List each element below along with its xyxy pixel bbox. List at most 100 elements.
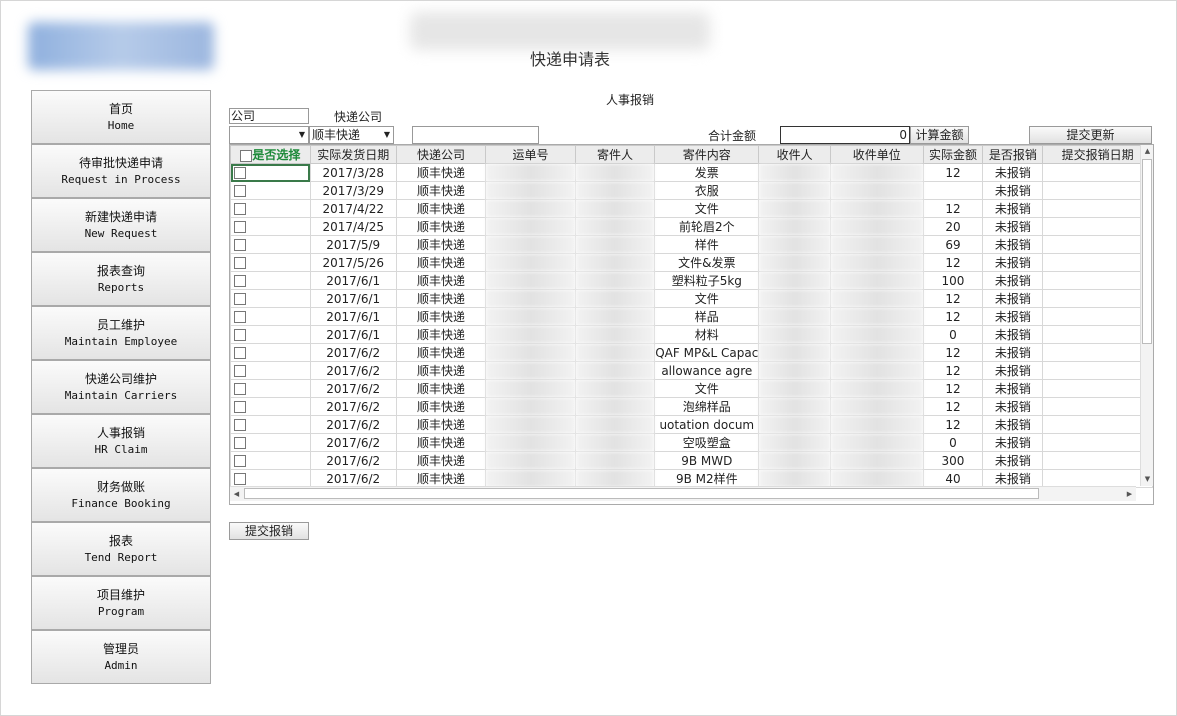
carrier-cell[interactable]: 顺丰快递 <box>395 253 487 272</box>
content-cell[interactable]: 样件 <box>654 235 760 254</box>
ship-date-cell[interactable]: 2017/5/9 <box>309 235 397 254</box>
select-cell[interactable] <box>230 271 311 290</box>
claim-status-cell[interactable]: 未报销 <box>982 181 1044 200</box>
row-checkbox[interactable] <box>234 239 246 251</box>
claim-status-cell[interactable]: 未报销 <box>982 235 1044 254</box>
row-checkbox[interactable] <box>234 221 246 233</box>
ship-date-cell[interactable]: 2017/6/2 <box>309 451 397 470</box>
claim-date-cell[interactable] <box>1042 235 1153 254</box>
row-checkbox[interactable] <box>234 185 246 197</box>
select-cell[interactable] <box>230 451 311 470</box>
table-row[interactable]: 2017/6/2 顺丰快递 空吸塑盒 0 未报销 <box>230 433 1153 452</box>
column-header[interactable]: 寄件内容 <box>654 145 760 164</box>
carrier-cell[interactable]: 顺丰快递 <box>395 361 487 380</box>
content-cell[interactable]: 发票 <box>654 163 760 182</box>
carrier-cell[interactable]: 顺丰快递 <box>395 289 487 308</box>
select-all-checkbox[interactable] <box>240 149 253 162</box>
select-cell[interactable] <box>230 379 311 398</box>
scroll-down-icon[interactable]: ▼ <box>1141 473 1153 486</box>
claim-date-cell[interactable] <box>1042 379 1153 398</box>
amount-cell[interactable]: 12 <box>922 289 984 308</box>
carrier-cell[interactable]: 顺丰快递 <box>395 469 487 488</box>
content-cell[interactable]: 泡绵样品 <box>654 397 760 416</box>
sidebar-item-request-in-process[interactable]: 待审批快递申请 Request in Process <box>31 144 211 198</box>
sidebar-item-tend-report[interactable]: 报表 Tend Report <box>31 522 211 576</box>
select-cell[interactable] <box>230 433 311 452</box>
claim-status-cell[interactable]: 未报销 <box>982 307 1044 326</box>
ship-date-cell[interactable]: 2017/6/1 <box>309 271 397 290</box>
carrier-cell[interactable]: 顺丰快递 <box>395 379 487 398</box>
ship-date-cell[interactable]: 2017/6/2 <box>309 433 397 452</box>
scroll-up-icon[interactable]: ▲ <box>1141 145 1153 158</box>
select-cell[interactable] <box>230 235 311 254</box>
claim-date-cell[interactable] <box>1042 217 1153 236</box>
claim-status-cell[interactable]: 未报销 <box>982 361 1044 380</box>
select-cell[interactable] <box>230 307 311 326</box>
scroll-thumb[interactable] <box>1142 159 1152 344</box>
carrier-cell[interactable]: 顺丰快递 <box>395 325 487 344</box>
sidebar-item-new-request[interactable]: 新建快递申请 New Request <box>31 198 211 252</box>
amount-cell[interactable]: 12 <box>922 163 984 182</box>
table-row[interactable]: 2017/5/26 顺丰快递 文件&发票 12 未报销 <box>230 253 1153 272</box>
amount-cell[interactable]: 12 <box>922 253 984 272</box>
claim-status-cell[interactable]: 未报销 <box>982 199 1044 218</box>
carrier-cell[interactable]: 顺丰快递 <box>395 397 487 416</box>
vertical-scrollbar[interactable]: ▲ ▼ <box>1140 145 1153 486</box>
row-checkbox[interactable] <box>234 419 246 431</box>
claim-date-cell[interactable] <box>1042 181 1153 200</box>
claim-date-cell[interactable] <box>1042 361 1153 380</box>
sidebar-item-admin[interactable]: 管理员 Admin <box>31 630 211 684</box>
select-cell[interactable] <box>230 199 311 218</box>
claim-status-cell[interactable]: 未报销 <box>982 451 1044 470</box>
amount-cell[interactable]: 40 <box>922 469 984 488</box>
table-row[interactable]: 2017/6/1 顺丰快递 塑料粒子5kg 100 未报销 <box>230 271 1153 290</box>
scroll-right-icon[interactable]: ▶ <box>1123 487 1136 501</box>
company-select[interactable]: ▼ <box>229 126 309 144</box>
scroll-left-icon[interactable]: ◀ <box>230 487 243 501</box>
select-cell[interactable] <box>230 181 311 200</box>
claim-date-cell[interactable] <box>1042 163 1153 182</box>
content-cell[interactable]: 样品 <box>654 307 760 326</box>
ship-date-cell[interactable]: 2017/6/2 <box>309 469 397 488</box>
claim-status-cell[interactable]: 未报销 <box>982 469 1044 488</box>
amount-cell[interactable]: 0 <box>922 325 984 344</box>
amount-cell[interactable]: 300 <box>922 451 984 470</box>
row-checkbox[interactable] <box>234 347 246 359</box>
column-header[interactable]: 实际金额 <box>922 145 984 164</box>
table-row[interactable]: 2017/6/2 顺丰快递 uotation docum 12 未报销 <box>230 415 1153 434</box>
row-checkbox[interactable] <box>234 473 246 485</box>
amount-cell[interactable]: 12 <box>922 343 984 362</box>
ship-date-cell[interactable]: 2017/5/26 <box>309 253 397 272</box>
column-header[interactable]: 寄件人 <box>574 145 656 164</box>
amount-cell[interactable]: 12 <box>922 361 984 380</box>
content-cell[interactable]: QAF MP&L Capac <box>654 343 760 362</box>
row-checkbox[interactable] <box>234 401 246 413</box>
column-header[interactable]: 是否报销 <box>982 145 1044 164</box>
content-cell[interactable]: 前轮眉2个 <box>654 217 760 236</box>
carrier-cell[interactable]: 顺丰快递 <box>395 451 487 470</box>
ship-date-cell[interactable]: 2017/6/2 <box>309 415 397 434</box>
table-row[interactable]: 2017/5/9 顺丰快递 样件 69 未报销 <box>230 235 1153 254</box>
claim-status-cell[interactable]: 未报销 <box>982 379 1044 398</box>
row-checkbox[interactable] <box>234 293 246 305</box>
sidebar-item-maintain-carriers[interactable]: 快递公司维护 Maintain Carriers <box>31 360 211 414</box>
content-cell[interactable]: allowance agre <box>654 361 760 380</box>
content-cell[interactable]: 衣服 <box>654 181 760 200</box>
select-cell[interactable] <box>230 343 311 362</box>
table-row[interactable]: 2017/6/2 顺丰快递 文件 12 未报销 <box>230 379 1153 398</box>
sidebar-item-finance-booking[interactable]: 财务做账 Finance Booking <box>31 468 211 522</box>
content-cell[interactable]: 9B MWD <box>654 451 760 470</box>
claim-status-cell[interactable]: 未报销 <box>982 253 1044 272</box>
content-cell[interactable]: 文件 <box>654 199 760 218</box>
table-row[interactable]: 2017/6/1 顺丰快递 文件 12 未报销 <box>230 289 1153 308</box>
carrier-cell[interactable]: 顺丰快递 <box>395 217 487 236</box>
table-row[interactable]: 2017/6/2 顺丰快递 9B M2样件 40 未报销 <box>230 469 1153 488</box>
ship-date-cell[interactable]: 2017/6/1 <box>309 325 397 344</box>
row-checkbox[interactable] <box>234 383 246 395</box>
claim-date-cell[interactable] <box>1042 469 1153 488</box>
table-row[interactable]: 2017/6/1 顺丰快递 材料 0 未报销 <box>230 325 1153 344</box>
column-header[interactable]: 快递公司 <box>395 145 487 164</box>
carrier-cell[interactable]: 顺丰快递 <box>395 235 487 254</box>
carrier-cell[interactable]: 顺丰快递 <box>395 433 487 452</box>
ship-date-cell[interactable]: 2017/3/28 <box>309 163 397 182</box>
